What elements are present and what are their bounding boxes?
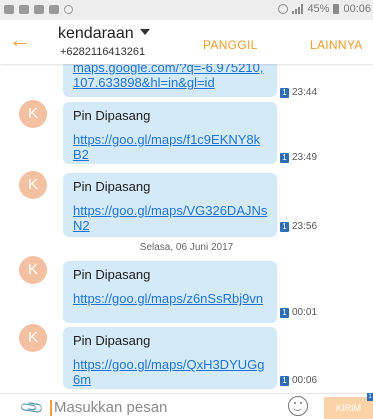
avatar: K <box>19 100 47 128</box>
message-meta: 1 23:44 <box>280 87 317 98</box>
message-list[interactable]: maps.google.com/?q=-6.975210,107.633898&… <box>0 64 373 393</box>
sim-badge: 1 <box>280 221 289 232</box>
contact-name: kendaraan <box>58 25 134 42</box>
message-time: 23:49 <box>292 152 318 163</box>
messaging-app: 45% 00:06 ← kendaraan +6282116413261 PAN… <box>0 0 373 419</box>
message-meta: 1 00:06 <box>280 375 317 386</box>
message-time: 00:06 <box>292 375 318 386</box>
message-bubble[interactable]: Pin Dipasang https://goo.gl/maps/f1c9EKN… <box>63 102 277 164</box>
sim-badge: 1 <box>280 307 289 318</box>
sim-badge: 1 <box>367 393 373 401</box>
mail-icon <box>49 5 59 14</box>
chat-icon <box>4 5 14 14</box>
contact-name-dropdown[interactable]: kendaraan <box>58 25 150 43</box>
battery-percent: 45% <box>307 3 330 15</box>
message-text: Pin Dipasang <box>73 179 151 194</box>
message-link[interactable]: https://goo.gl/maps/z6nSsRbj9vn <box>73 291 268 306</box>
message-text: Pin Dipasang <box>73 108 151 123</box>
sim-badge: 1 <box>280 375 289 386</box>
message-link[interactable]: https://goo.gl/maps/f1c9EKNY8kB2 <box>73 132 268 162</box>
back-button[interactable]: ← <box>7 27 33 53</box>
image-icon <box>19 5 29 14</box>
more-button[interactable]: LAINNYA <box>310 38 363 52</box>
message-bubble[interactable]: maps.google.com/?q=-6.975210,107.633898&… <box>63 64 277 97</box>
call-button[interactable]: PANGGIL <box>203 38 258 52</box>
arrow-left-icon: ← <box>9 27 31 52</box>
message-text: Pin Dipasang <box>73 267 151 282</box>
message-time: 23:44 <box>292 87 318 98</box>
mail-icon <box>34 5 44 14</box>
message-link[interactable]: maps.google.com/?q=-6.975210,107.633898&… <box>73 64 268 90</box>
alarm-icon <box>278 4 289 14</box>
message-bubble[interactable]: Pin Dipasang https://goo.gl/maps/QxH3DYU… <box>63 327 277 389</box>
send-button[interactable]: KIRIM 1 <box>324 393 373 419</box>
caret-down-icon <box>139 29 150 35</box>
sim-badge: 1 <box>280 152 289 163</box>
message-link[interactable]: https://goo.gl/maps/VG326DAJNsN2 <box>73 203 268 233</box>
signal-icon <box>292 4 304 14</box>
avatar: K <box>19 171 47 199</box>
date-separator: Selasa, 06 Juni 2017 <box>139 242 234 253</box>
status-bar: 45% 00:06 <box>0 0 373 20</box>
contact-number: +6282116413261 <box>60 46 146 58</box>
message-meta: 1 23:49 <box>280 152 317 163</box>
message-input[interactable] <box>54 397 274 417</box>
message-meta: 1 23:56 <box>280 221 317 232</box>
notification-icons <box>4 5 73 14</box>
conversation-header: ← kendaraan +6282116413261 PANGGIL LAINN… <box>0 20 373 64</box>
message-bubble[interactable]: Pin Dipasang https://goo.gl/maps/z6nSsRb… <box>63 261 277 323</box>
avatar: K <box>19 324 47 352</box>
message-bubble[interactable]: Pin Dipasang https://goo.gl/maps/VG326DA… <box>63 173 277 237</box>
sim-badge: 1 <box>280 87 289 98</box>
text-cursor <box>50 400 52 416</box>
message-link[interactable]: https://goo.gl/maps/QxH3DYUGg6m <box>73 357 268 387</box>
system-indicators: 45% 00:06 <box>278 3 371 15</box>
avatar: K <box>19 256 47 284</box>
clock: 00:06 <box>343 3 371 15</box>
circle-icon <box>64 5 73 14</box>
compose-bar: 📎 KIRIM 1 <box>0 393 373 419</box>
message-time: 00:01 <box>292 307 318 318</box>
attach-icon[interactable]: 📎 <box>18 394 46 419</box>
battery-icon <box>333 4 340 14</box>
message-text: Pin Dipasang <box>73 333 151 348</box>
emoji-icon[interactable] <box>288 396 308 416</box>
send-label: KIRIM <box>335 403 361 413</box>
message-meta: 1 00:01 <box>280 307 317 318</box>
message-time: 23:56 <box>292 221 318 232</box>
